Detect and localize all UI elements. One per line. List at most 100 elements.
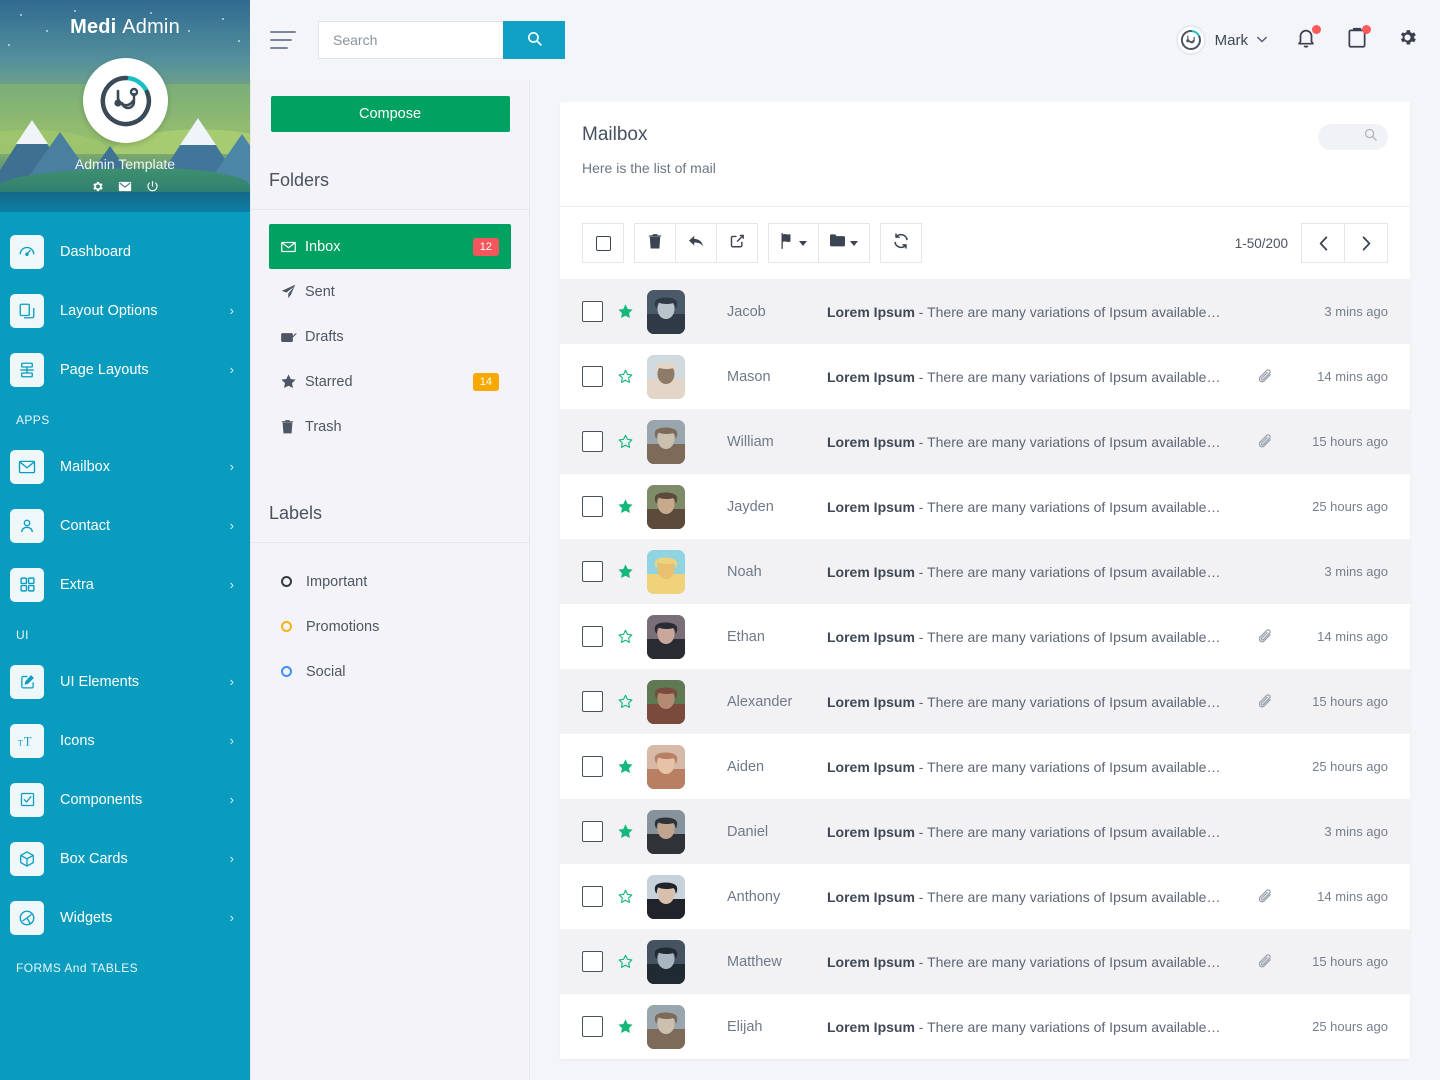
reply-button[interactable]	[675, 223, 717, 263]
trash-icon	[281, 419, 305, 434]
table-row[interactable]: Alexander Lorem Ipsum - There are many v…	[560, 669, 1410, 734]
table-row[interactable]: Jayden Lorem Ipsum - There are many vari…	[560, 474, 1410, 539]
search-button[interactable]	[503, 21, 565, 59]
table-row[interactable]: Daniel Lorem Ipsum - There are many vari…	[560, 799, 1410, 864]
chevron-right-icon: ›	[229, 674, 234, 689]
grid-icon	[10, 567, 44, 602]
table-row[interactable]: Mason Lorem Ipsum - There are many varia…	[560, 344, 1410, 409]
star-filled-icon	[617, 499, 633, 514]
folder-item-inbox[interactable]: Inbox 12	[269, 224, 511, 269]
row-checkbox[interactable]	[582, 1016, 603, 1037]
mail-time: 3 mins ago	[1324, 564, 1388, 579]
row-checkbox[interactable]	[582, 301, 603, 322]
mail-subject: Lorem Ipsum - There are many variations …	[827, 628, 1221, 645]
table-row[interactable]: William Lorem Ipsum - There are many var…	[560, 409, 1410, 474]
folder-dropdown-button[interactable]	[818, 223, 870, 263]
sidebar-item-mailbox[interactable]: Mailbox ›	[0, 437, 250, 496]
sidebar-item-icons[interactable]: TT Icons ›	[0, 711, 250, 770]
row-checkbox[interactable]	[582, 366, 603, 387]
table-row[interactable]: Jacob Lorem Ipsum - There are many varia…	[560, 279, 1410, 344]
table-row[interactable]: Aiden Lorem Ipsum - There are many varia…	[560, 734, 1410, 799]
mailbox-toolbar: 1-50/200	[560, 207, 1410, 279]
label-item-important[interactable]: Important	[269, 559, 511, 604]
table-row[interactable]: Anthony Lorem Ipsum - There are many var…	[560, 864, 1410, 929]
mailbox-search-toggle[interactable]	[1318, 124, 1388, 150]
folder-item-sent[interactable]: Sent	[269, 269, 511, 314]
template-name: Admin Template	[74, 156, 176, 172]
sidebar-item-ui-elements[interactable]: UI Elements ›	[0, 652, 250, 711]
row-checkbox[interactable]	[582, 691, 603, 712]
prev-page-button[interactable]	[1301, 223, 1345, 263]
flag-dropdown-button[interactable]	[768, 223, 819, 263]
star-toggle[interactable]	[603, 824, 647, 839]
user-menu[interactable]: Mark	[1175, 25, 1267, 55]
row-checkbox[interactable]	[582, 821, 603, 842]
sidebar-item-label: Widgets	[60, 909, 113, 926]
sidebar-item-page-layouts[interactable]: Page Layouts ›	[0, 340, 250, 399]
folder-item-drafts[interactable]: Drafts	[269, 314, 511, 359]
circle-icon	[281, 576, 292, 587]
star-toggle[interactable]	[603, 1019, 647, 1034]
folder-label: Inbox	[305, 238, 341, 255]
star-toggle[interactable]	[603, 499, 647, 514]
sender-name: William	[727, 433, 774, 450]
tasks-button[interactable]	[1347, 24, 1371, 54]
attachment-indicator	[1250, 889, 1280, 904]
delete-button[interactable]	[634, 223, 676, 263]
row-checkbox[interactable]	[582, 626, 603, 647]
refresh-button[interactable]	[880, 223, 922, 263]
attachment-icon	[1258, 434, 1271, 448]
row-checkbox[interactable]	[582, 886, 603, 907]
star-toggle[interactable]	[603, 694, 647, 709]
envelope-icon[interactable]	[118, 180, 132, 193]
forward-button[interactable]	[716, 223, 758, 263]
label-item-social[interactable]: Social	[269, 649, 511, 694]
sidebar-item-components[interactable]: Components ›	[0, 770, 250, 829]
circle-icon	[281, 621, 292, 632]
star-toggle[interactable]	[603, 304, 647, 319]
row-checkbox[interactable]	[582, 951, 603, 972]
star-toggle[interactable]	[603, 434, 647, 449]
folder-item-trash[interactable]: Trash	[269, 404, 511, 449]
menu-toggle-icon[interactable]	[270, 31, 296, 49]
search-input[interactable]	[318, 21, 503, 59]
star-toggle[interactable]	[603, 889, 647, 904]
row-checkbox[interactable]	[582, 496, 603, 517]
select-all-checkbox[interactable]	[582, 223, 624, 263]
row-checkbox[interactable]	[582, 431, 603, 452]
sidebar-item-label: Layout Options	[60, 302, 158, 319]
table-row[interactable]: Elijah Lorem Ipsum - There are many vari…	[560, 994, 1410, 1059]
sender-name: Daniel	[727, 823, 769, 840]
table-row[interactable]: Noah Lorem Ipsum - There are many variat…	[560, 539, 1410, 604]
sidebar-item-widgets[interactable]: Widgets ›	[0, 888, 250, 947]
attachment-icon	[1258, 954, 1271, 968]
row-checkbox[interactable]	[582, 756, 603, 777]
star-toggle[interactable]	[603, 369, 647, 384]
gear-icon[interactable]	[91, 180, 104, 193]
notifications-button[interactable]	[1295, 24, 1321, 54]
settings-button[interactable]	[1397, 27, 1418, 53]
label-text: Promotions	[306, 618, 380, 635]
next-page-button[interactable]	[1344, 223, 1388, 263]
star-toggle[interactable]	[603, 564, 647, 579]
label-item-promotions[interactable]: Promotions	[269, 604, 511, 649]
chevron-right-icon: ›	[229, 459, 234, 474]
select-all-group	[582, 223, 624, 263]
table-row[interactable]: Ethan Lorem Ipsum - There are many varia…	[560, 604, 1410, 669]
sidebar-item-box-cards[interactable]: Box Cards ›	[0, 829, 250, 888]
sidebar-item-extra[interactable]: Extra ›	[0, 555, 250, 614]
sidebar-item-layout-options[interactable]: Layout Options ›	[0, 281, 250, 340]
star-toggle[interactable]	[603, 759, 647, 774]
sidebar-item-contact[interactable]: Contact ›	[0, 496, 250, 555]
star-filled-icon	[617, 824, 633, 839]
power-icon[interactable]	[146, 180, 159, 193]
star-toggle[interactable]	[603, 954, 647, 969]
compose-button[interactable]: Compose	[270, 96, 510, 132]
sidebar-item-dashboard[interactable]: Dashboard	[0, 222, 250, 281]
star-toggle[interactable]	[603, 629, 647, 644]
pagination-label: 1-50/200	[1234, 235, 1288, 251]
hero-quick-icons	[0, 180, 250, 193]
folder-item-starred[interactable]: Starred 14	[269, 359, 511, 404]
row-checkbox[interactable]	[582, 561, 603, 582]
table-row[interactable]: Matthew Lorem Ipsum - There are many var…	[560, 929, 1410, 994]
